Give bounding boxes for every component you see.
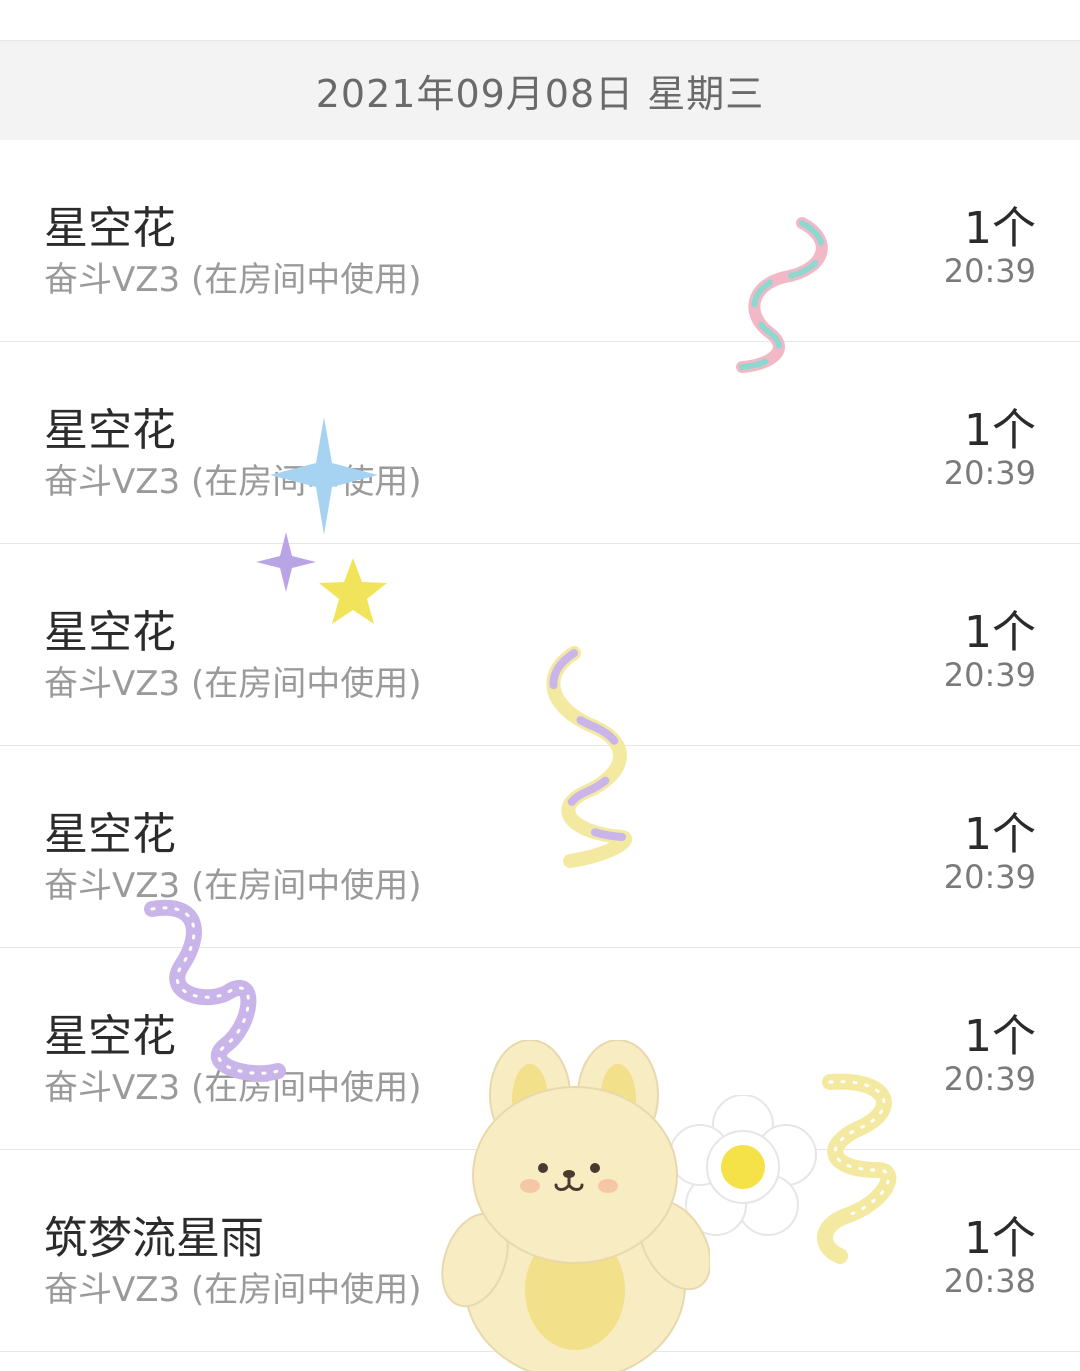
- list-item[interactable]: 星空花 奋斗VZ3 (在房间中使用) 1个 20:39: [0, 544, 1080, 746]
- gift-source: 奋斗VZ3 (在房间中使用): [44, 462, 422, 502]
- gift-name: 星空花: [44, 1011, 176, 1062]
- gift-count: 1个: [964, 405, 1036, 456]
- gift-time: 20:39: [943, 858, 1036, 896]
- gift-name: 星空花: [44, 405, 176, 456]
- gift-time: 20:38: [943, 1262, 1036, 1300]
- gift-source: 奋斗VZ3 (在房间中使用): [44, 664, 422, 704]
- gift-count: 1个: [964, 1213, 1036, 1264]
- list-item[interactable]: 星空花 奋斗VZ3 (在房间中使用) 1个 20:39: [0, 140, 1080, 342]
- gift-name: 星空花: [44, 203, 176, 254]
- list-item[interactable]: 星空花 奋斗VZ3 (在房间中使用) 1个 20:39: [0, 948, 1080, 1150]
- list-item[interactable]: 星空花 奋斗VZ3 (在房间中使用) 1个 20:39: [0, 342, 1080, 544]
- gift-source: 奋斗VZ3 (在房间中使用): [44, 1068, 422, 1108]
- gift-time: 20:39: [943, 1060, 1036, 1098]
- gift-source: 奋斗VZ3 (在房间中使用): [44, 1270, 422, 1310]
- gift-time: 20:39: [943, 252, 1036, 290]
- gift-count: 1个: [964, 809, 1036, 860]
- gift-source: 奋斗VZ3 (在房间中使用): [44, 260, 422, 300]
- gift-time: 20:39: [943, 454, 1036, 492]
- gift-count: 1个: [964, 1011, 1036, 1062]
- top-bar: [0, 0, 1080, 41]
- list-item[interactable]: 星空花 奋斗VZ3 (在房间中使用) 1个 20:39: [0, 746, 1080, 948]
- gift-time: 20:39: [943, 656, 1036, 694]
- list-item[interactable]: 筑梦流星雨 奋斗VZ3 (在房间中使用) 1个 20:38: [0, 1150, 1080, 1352]
- gift-count: 1个: [964, 607, 1036, 658]
- gift-name: 星空花: [44, 809, 176, 860]
- gift-name: 星空花: [44, 607, 176, 658]
- gift-count: 1个: [964, 203, 1036, 254]
- gift-name: 筑梦流星雨: [44, 1213, 264, 1264]
- gift-source: 奋斗VZ3 (在房间中使用): [44, 866, 422, 906]
- date-header: 2021年09月08日 星期三: [0, 41, 1080, 140]
- gift-record-list: 星空花 奋斗VZ3 (在房间中使用) 1个 20:39 星空花 奋斗VZ3 (在…: [0, 140, 1080, 1352]
